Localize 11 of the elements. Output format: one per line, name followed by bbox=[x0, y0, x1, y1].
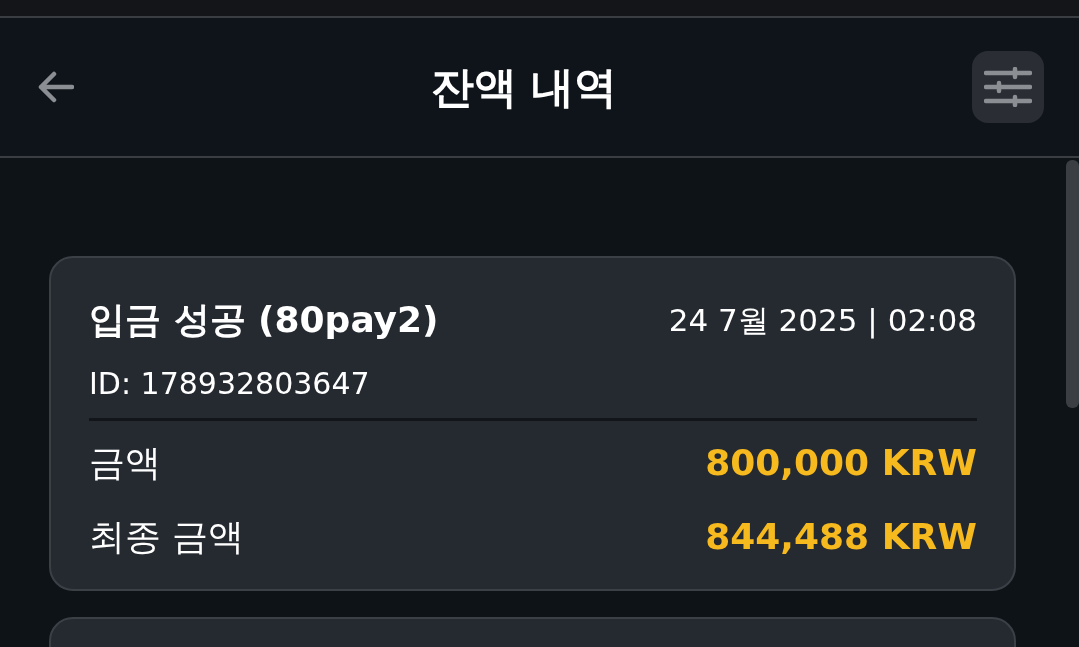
filter-button[interactable] bbox=[972, 51, 1044, 123]
transaction-title: 입금 성공 (80pay2) bbox=[89, 298, 439, 342]
page-title: 잔액 내역 bbox=[430, 65, 618, 109]
sliders-icon bbox=[984, 67, 1032, 107]
amount-label: 최종 금액 bbox=[89, 515, 245, 559]
amount-value: 800,000 KRW bbox=[705, 441, 977, 485]
amount-label: 금액 bbox=[89, 441, 161, 485]
amount-value: 844,488 KRW bbox=[705, 515, 977, 559]
transaction-id: ID: 178932803647 bbox=[89, 365, 370, 403]
transaction-date: 24 7월 2025 | 02:08 bbox=[668, 301, 977, 341]
scrollbar[interactable] bbox=[1066, 160, 1079, 408]
